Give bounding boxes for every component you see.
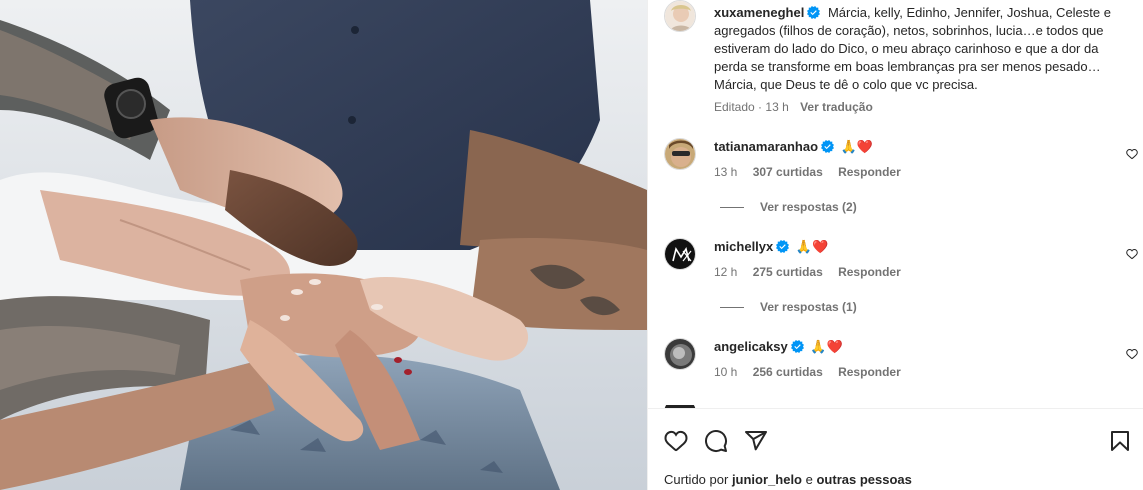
paper-plane-icon[interactable] [744, 429, 768, 453]
small-heart-icon[interactable] [1126, 348, 1138, 360]
comment-header: tatianamaranhao 🙏❤️ [714, 138, 873, 156]
comment-header: angelicaksy 🙏❤️ [714, 338, 843, 356]
comment-meta: 10 h 256 curtidas Responder [714, 365, 913, 379]
heart-icon[interactable] [664, 429, 688, 453]
commenter-username[interactable]: tatianamaranhao [714, 139, 818, 154]
hands-photo-illustration [0, 0, 647, 490]
caption-meta: Editado · 13 h Ver tradução [714, 100, 873, 114]
small-heart-icon[interactable] [1126, 248, 1138, 260]
author-username[interactable]: xuxameneghel [714, 5, 804, 20]
bookmark-icon[interactable] [1108, 429, 1132, 453]
comment-time[interactable]: 13 h [714, 165, 737, 179]
post-action-bar: Curtido por junior_helo e outras pessoas [648, 408, 1143, 490]
verified-badge-icon [821, 140, 835, 153]
liked-by-line: Curtido por junior_helo e outras pessoas [664, 472, 912, 487]
comment-header: michellyx 🙏❤️ [714, 238, 828, 256]
liked-by-others[interactable]: outras pessoas [816, 472, 911, 487]
comment-text: 🙏❤️ [795, 239, 829, 254]
comment-item: tatianamaranhao 🙏❤️ 13 h 307 curtidas Re… [664, 138, 1138, 198]
reply-button[interactable]: Responder [838, 165, 901, 179]
comment-item: michellyx 🙏❤️ 12 h 275 curtidas Responde… [664, 238, 1138, 298]
author-avatar[interactable] [664, 0, 696, 32]
verified-badge-icon [776, 240, 790, 253]
small-heart-icon[interactable] [1126, 148, 1138, 160]
view-replies-button[interactable]: Ver respostas (1) [720, 300, 857, 314]
liked-by-prefix: Curtido por [664, 472, 729, 487]
comment-likes[interactable]: 275 curtidas [753, 265, 823, 279]
comment-meta: 12 h 275 curtidas Responder [714, 265, 913, 279]
commenter-username[interactable]: angelicaksy [714, 339, 788, 354]
post-side-panel: xuxameneghel Márcia, kelly, Edinho, Jenn… [647, 0, 1143, 490]
comment-text: 🙏❤️ [840, 139, 874, 154]
see-translation-link[interactable]: Ver tradução [800, 100, 873, 114]
next-comment-peek [664, 400, 1134, 408]
comment-text: 🙏❤️ [810, 339, 843, 354]
edited-label: Editado [714, 100, 755, 114]
comment-time[interactable]: 10 h [714, 365, 737, 379]
view-replies-button[interactable]: Ver respostas (2) [720, 200, 857, 214]
verified-badge-icon [790, 340, 804, 353]
reply-button[interactable]: Responder [838, 265, 901, 279]
reply-button[interactable]: Responder [838, 365, 901, 379]
post-photo [0, 0, 647, 490]
comment-icon[interactable] [704, 429, 728, 453]
commenter-avatar[interactable] [664, 338, 696, 370]
liked-by-conj: e [805, 472, 813, 487]
caption-text-block: xuxameneghel Márcia, kelly, Edinho, Jenn… [714, 4, 1114, 94]
verified-badge-icon [807, 6, 821, 19]
comment-meta: 13 h 307 curtidas Responder [714, 165, 913, 179]
commenter-username[interactable]: michellyx [714, 239, 773, 254]
commenter-avatar[interactable] [664, 238, 696, 270]
comment-likes[interactable]: 256 curtidas [753, 365, 823, 379]
commenter-avatar[interactable] [664, 138, 696, 170]
post-time[interactable]: 13 h [765, 100, 788, 114]
comment-time[interactable]: 12 h [714, 265, 737, 279]
comment-item: angelicaksy 🙏❤️ 10 h 256 curtidas Respon… [664, 338, 1138, 398]
liked-by-user[interactable]: junior_helo [732, 472, 802, 487]
comment-likes[interactable]: 307 curtidas [753, 165, 823, 179]
